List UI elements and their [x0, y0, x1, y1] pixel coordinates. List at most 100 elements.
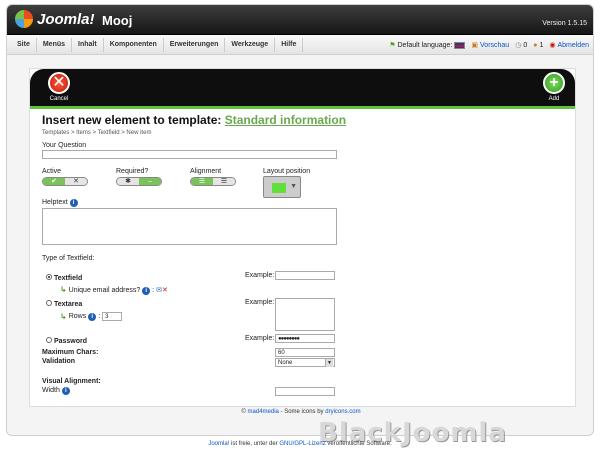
width-input[interactable]	[275, 387, 335, 396]
page-title: Insert new element to template: Standard…	[42, 113, 562, 127]
helptext-textarea[interactable]	[42, 208, 337, 245]
example-label-3: Example:	[245, 335, 275, 342]
menu-item-site[interactable]: Site	[11, 37, 37, 52]
info-icon[interactable]: i	[142, 287, 151, 295]
info-icon[interactable]: i	[69, 199, 78, 207]
license-link[interactable]: GNU/GPL-Lizenz	[279, 441, 325, 447]
example-label-2: Example:	[245, 299, 275, 306]
menu-bar: Site Menüs Inhalt Komponenten Erweiterun…	[7, 35, 593, 55]
title-prefix: Insert new element to template:	[42, 113, 222, 127]
question-label: Your Question	[42, 142, 87, 149]
footer-credit: © mad4media - Some icons by dryicons.com	[7, 409, 593, 415]
arrow-icon: ↳	[60, 285, 67, 294]
menu-item-menus[interactable]: Menüs	[37, 37, 73, 52]
menu-item-content[interactable]: Inhalt	[72, 37, 104, 52]
logout-icon: ◉	[549, 42, 556, 49]
menu-item-help[interactable]: Hilfe	[275, 37, 304, 52]
required-toggle[interactable]: ✱ –	[116, 177, 162, 186]
helptext-text: Helptext	[42, 199, 68, 206]
validation-select[interactable]: None ▼	[275, 358, 335, 367]
site-name: Mooj	[102, 13, 133, 28]
arrow-icon: ↳	[60, 312, 67, 321]
copyright-icon: ©	[241, 409, 246, 415]
joomla-link[interactable]: Joomla!	[208, 441, 229, 447]
default-language-label: Default language:	[397, 41, 453, 49]
layout-position-label: Layout position	[263, 168, 311, 175]
max-chars-label: Maximum Chars:	[42, 349, 99, 356]
dryicons-link[interactable]: dryicons.com	[325, 409, 360, 415]
messages-icon: ◷	[515, 42, 522, 49]
active-toggle[interactable]: ✔ ✕	[42, 177, 88, 186]
validation-value: None	[278, 360, 293, 366]
users-count: 1	[539, 41, 544, 49]
menu-item-extensions[interactable]: Erweiterungen	[164, 37, 226, 52]
info-icon[interactable]: i	[61, 387, 70, 395]
credit-text: - Some icons by	[278, 409, 326, 415]
textfield-radio[interactable]	[46, 274, 52, 280]
header-bar: Joomla! Mooj Version 1.5.15	[7, 5, 593, 35]
max-chars-input[interactable]: 60	[275, 348, 335, 357]
check-icon: ✔	[43, 178, 65, 185]
align-left-icon: ☰	[191, 178, 213, 185]
menu-item-components[interactable]: Komponenten	[104, 37, 164, 52]
required-label: Required?	[116, 168, 149, 175]
uk-flag-icon	[454, 41, 466, 49]
textarea-option-label: Textarea	[53, 301, 83, 308]
textarea-option[interactable]: Textarea	[46, 300, 82, 308]
textfield-option[interactable]: Textfield	[46, 274, 82, 282]
chevron-down-icon: ▼	[325, 359, 333, 367]
add-icon: +	[543, 72, 565, 94]
textarea-example[interactable]	[275, 298, 335, 331]
validation-label: Validation	[42, 358, 76, 365]
messages-indicator[interactable]: ◷ 0	[515, 41, 528, 50]
logout-label: Abmelden	[557, 41, 589, 49]
rows-label: Rows	[68, 313, 87, 320]
alignment-toggle[interactable]: ☰ ☰	[190, 177, 236, 186]
question-input[interactable]	[42, 150, 337, 159]
width-row: Width i	[42, 387, 70, 395]
cancel-label: Cancel	[49, 96, 69, 102]
rows-row: ↳ Rows i : 3	[60, 312, 123, 321]
info-icon[interactable]: i	[88, 312, 97, 321]
active-label: Active	[42, 168, 62, 175]
bottom-footer: Joomla! ist freie, unter der GNU/GPL-Liz…	[0, 441, 600, 447]
version-label: Version 1.5.15	[542, 20, 587, 27]
width-label: Width	[42, 387, 60, 394]
joomla-logo: Joomla!	[15, 10, 95, 28]
title-link[interactable]: Standard information	[225, 113, 346, 127]
layout-position-select[interactable]: ▼	[263, 176, 301, 198]
visual-alignment-label: Visual Alignment:	[42, 378, 101, 385]
preview-icon: ▣	[471, 42, 479, 49]
status-bar: ⚑ Default language: ▣ Vorschau ◷ 0 ● 1 ◉…	[389, 35, 589, 55]
language-icon: ⚑	[389, 42, 396, 49]
bottom-text-1: ist freie, unter der	[229, 441, 280, 447]
unique-separator: :	[152, 287, 155, 294]
element-form: Insert new element to template: Standard…	[42, 113, 562, 136]
default-language: ⚑ Default language:	[389, 41, 466, 49]
logout-link[interactable]: ◉ Abmelden	[549, 41, 589, 50]
add-label: Add	[548, 96, 560, 102]
users-indicator[interactable]: ● 1	[533, 42, 543, 49]
toolbar: ✕ Cancel + Add	[30, 69, 575, 109]
messages-count: 0	[523, 41, 528, 49]
mad4media-link[interactable]: mad4media	[248, 409, 279, 415]
bottom-text-2: veröffentlichte Software.	[325, 441, 392, 447]
rows-input[interactable]: 3	[102, 312, 123, 321]
textfield-example[interactable]	[275, 271, 335, 280]
unique-email-row: ↳ Unique email address? i : ✉✕	[60, 285, 168, 295]
helptext-label: Helptext i	[42, 199, 78, 207]
add-button[interactable]: + Add	[539, 72, 569, 102]
chevron-down-icon: ▼	[290, 183, 297, 190]
unique-email-label: Unique email address?	[68, 287, 141, 294]
textarea-radio[interactable]	[46, 300, 52, 306]
password-option[interactable]: Password	[46, 337, 87, 345]
breadcrumb: Templates > Items > Textfield > New item	[42, 130, 152, 136]
minus-icon: –	[139, 178, 161, 185]
cancel-button[interactable]: ✕ Cancel	[44, 72, 74, 102]
textfield-option-label: Textfield	[53, 275, 83, 282]
menu-item-tools[interactable]: Werkzeuge	[225, 37, 276, 52]
align-right-icon: ☰	[213, 178, 235, 185]
password-example[interactable]: ●●●●●●●●	[275, 334, 335, 343]
password-radio[interactable]	[46, 337, 52, 343]
preview-link[interactable]: ▣ Vorschau	[471, 41, 509, 50]
